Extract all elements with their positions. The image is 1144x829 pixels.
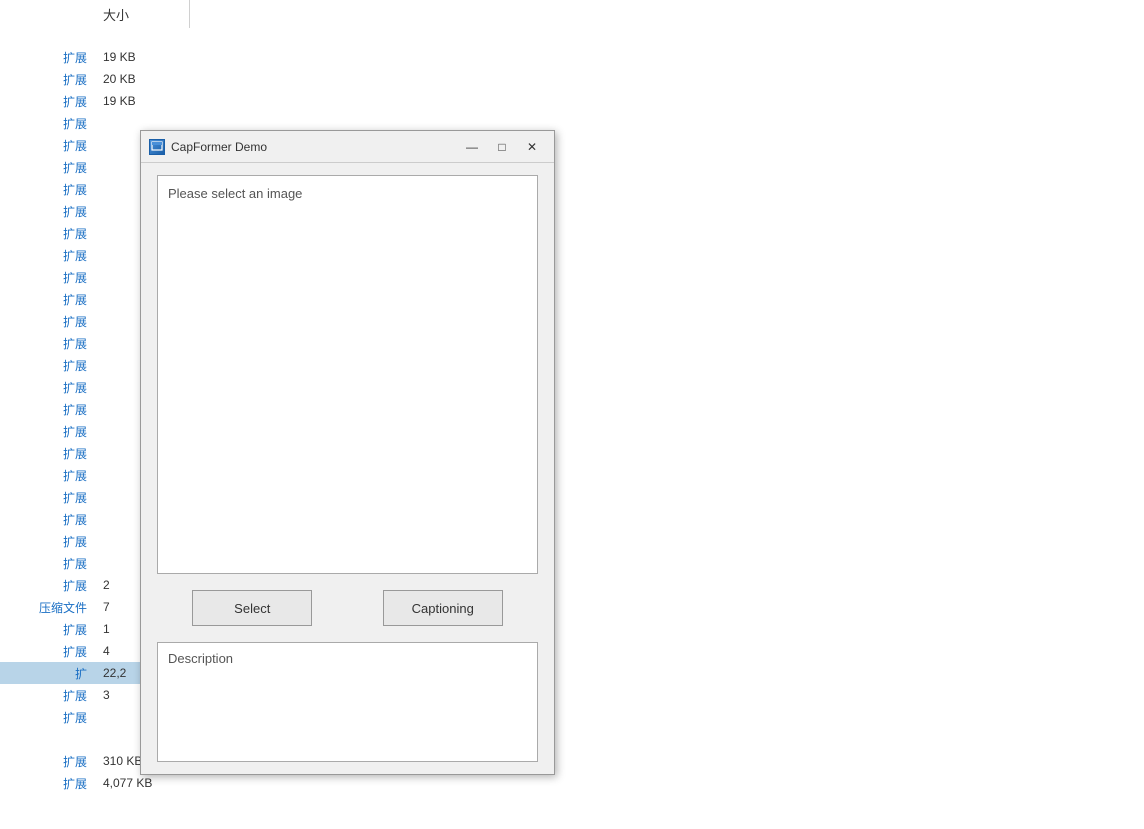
description-label: Description — [168, 651, 233, 666]
window-controls: — □ ✕ — [458, 136, 546, 158]
image-display-area: Please select an image — [157, 175, 538, 574]
list-item: 扩展 4,077 KB — [0, 772, 210, 794]
window-title: CapFormer Demo — [171, 140, 458, 154]
close-button[interactable]: ✕ — [518, 136, 546, 158]
capformer-demo-window: CapFormer Demo — □ ✕ Please select an im… — [140, 130, 555, 775]
list-item: 扩展 19 KB — [0, 46, 210, 68]
select-button[interactable]: Select — [192, 590, 312, 626]
size-column-header: 大小 — [95, 0, 190, 28]
app-icon — [149, 139, 165, 155]
maximize-button[interactable]: □ — [488, 136, 516, 158]
minimize-button[interactable]: — — [458, 136, 486, 158]
image-placeholder-text: Please select an image — [168, 186, 302, 201]
window-content: Please select an image Select Captioning… — [141, 163, 554, 774]
list-item: 扩展 19 KB — [0, 90, 210, 112]
captioning-button[interactable]: Captioning — [383, 590, 503, 626]
buttons-row: Select Captioning — [157, 586, 538, 630]
list-item: 扩展 20 KB — [0, 68, 210, 90]
window-titlebar[interactable]: CapFormer Demo — □ ✕ — [141, 131, 554, 163]
description-area: Description — [157, 642, 538, 762]
